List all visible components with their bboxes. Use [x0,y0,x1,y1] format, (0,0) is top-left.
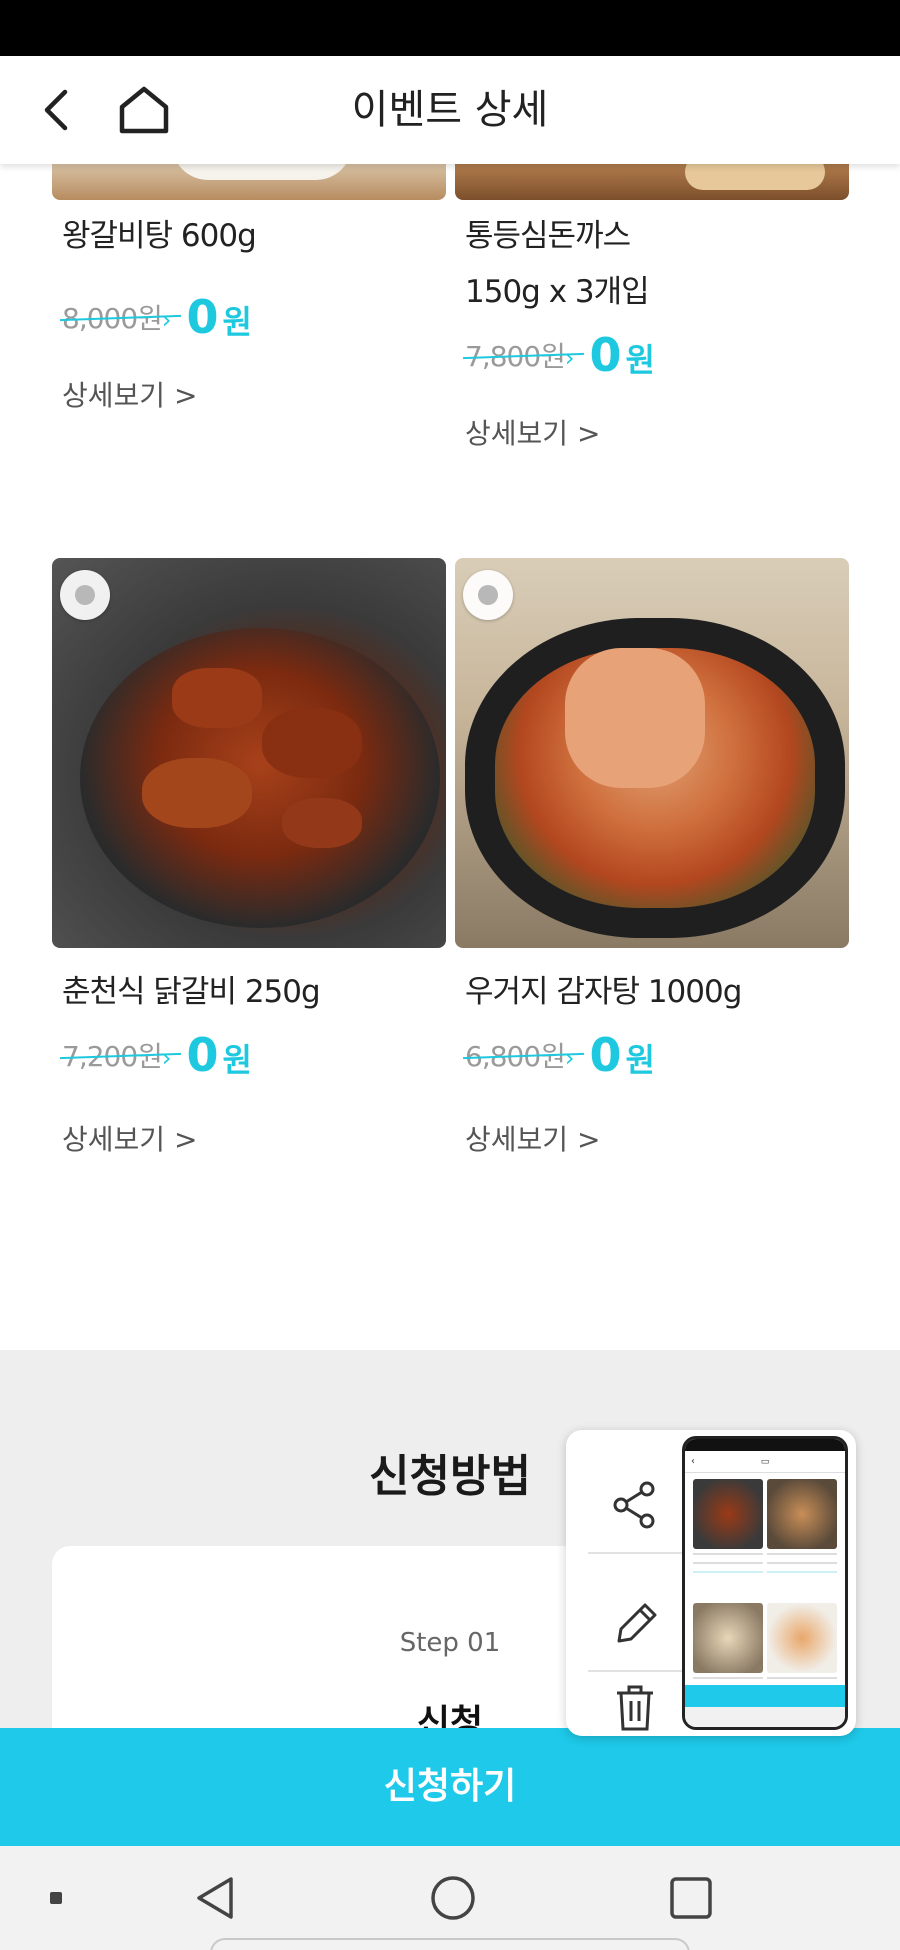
sale-price: 0원 [186,1028,252,1082]
app-header: 이벤트 상세 [0,56,900,164]
product-name-line-1: 통등심돈까스 [465,218,631,254]
price-row: 6,800원› 0원 [455,1020,849,1090]
price-row: 7,200원› 0원 [52,1020,446,1090]
sale-price: 0원 [186,290,252,344]
share-button[interactable] [584,1455,686,1555]
sale-price: 0원 [589,1028,655,1082]
product-name: 춘천식 닭갈비 250g [62,974,321,1010]
arrow-right-icon: › [564,344,575,372]
original-price: 8,000원› [62,297,171,337]
product-card[interactable]: 왕갈비탕 600g 8,000원› 0원 상세보기 > [52,164,446,446]
square-recents-icon [670,1877,712,1919]
home-button[interactable] [112,82,176,138]
system-nav-bar [0,1846,900,1950]
product-image[interactable] [455,558,849,948]
arrow-right-icon: › [564,1044,575,1072]
square-dot-icon [50,1892,62,1904]
home-icon [119,86,169,134]
product-card[interactable]: 춘천식 닭갈비 250g 7,200원› 0원 상세보기 > [52,558,446,1190]
edit-icon [617,1603,657,1643]
detail-link[interactable]: 상세보기 > [52,1090,446,1190]
original-price: 7,200원› [62,1035,171,1075]
share-icon [613,1481,655,1529]
select-radio[interactable] [60,570,110,620]
divider [588,1552,682,1554]
product-card[interactable]: 통등심돈까스 150g x 3개입 7,800원› 0원 상세보기 > [455,164,849,484]
select-radio[interactable] [463,570,513,620]
screenshot-thumbnail[interactable]: ‹ ▭ [682,1436,848,1730]
apply-button[interactable]: 신청하기 [0,1728,900,1846]
trash-icon [617,1685,653,1731]
product-name-line-2: 150g x 3개입 [465,274,650,310]
original-price: 7,800원› [465,335,574,375]
detail-link[interactable]: 상세보기 > [52,346,446,446]
divider [588,1670,682,1672]
nav-dot-button[interactable] [36,1846,76,1950]
product-name: 우거지 감자탕 1000g [465,974,742,1010]
product-name: 왕갈비탕 600g [62,218,257,254]
original-price: 6,800원› [465,1035,574,1075]
price-row: 8,000원› 0원 [52,282,446,352]
triangle-back-icon [197,1877,233,1919]
product-image[interactable] [52,558,446,948]
gesture-handle[interactable] [210,1938,690,1950]
sale-price: 0원 [589,328,655,382]
product-card[interactable]: 우거지 감자탕 1000g 6,800원› 0원 상세보기 > [455,558,849,1190]
circle-home-icon [431,1876,475,1920]
screenshot-popup: ‹ ▭ [566,1430,856,1736]
detail-link[interactable]: 상세보기 > [455,1090,849,1190]
back-button[interactable] [28,82,84,138]
arrow-right-icon: › [161,1044,172,1072]
product-image[interactable] [455,164,849,200]
edit-button[interactable] [584,1572,686,1672]
nav-back-button[interactable] [180,1846,250,1950]
detail-link[interactable]: 상세보기 > [455,384,849,484]
status-bar [0,0,900,56]
nav-recents-button[interactable] [656,1846,726,1950]
arrow-right-icon: › [161,306,172,334]
delete-button[interactable] [584,1680,686,1736]
price-row: 7,800원› 0원 [455,320,849,390]
product-image[interactable] [52,164,446,200]
nav-home-button[interactable] [418,1846,488,1950]
chevron-left-icon [44,89,68,131]
